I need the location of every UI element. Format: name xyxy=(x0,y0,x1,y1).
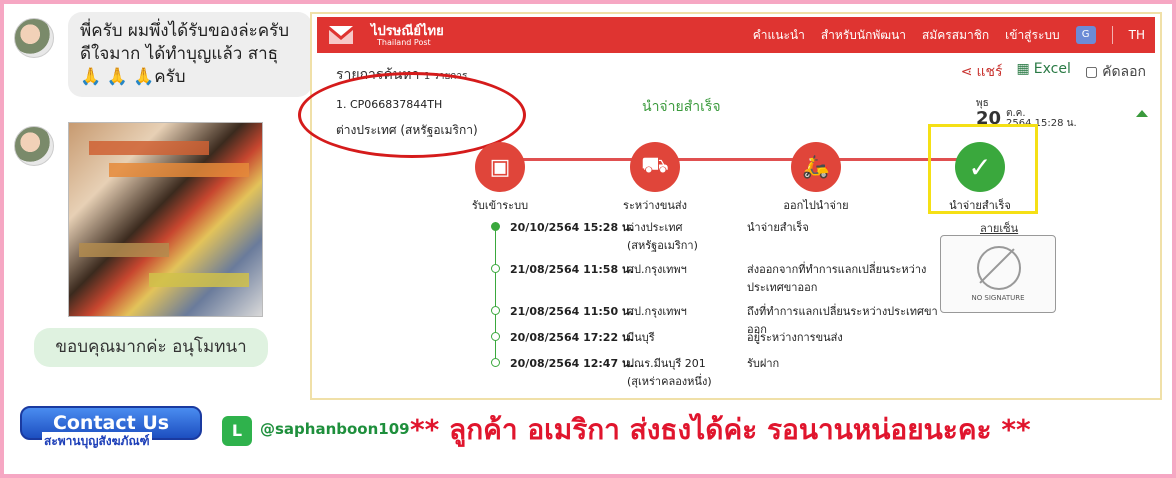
copy-icon: ▢ xyxy=(1084,64,1099,80)
tracking-number[interactable]: 1. CP066837844TH xyxy=(336,98,478,111)
line-id[interactable]: @saphanboon109 xyxy=(260,420,410,438)
nav-divider xyxy=(1111,26,1113,44)
product-photo xyxy=(68,122,263,317)
box-icon: ▣ xyxy=(475,142,525,192)
avatar xyxy=(14,126,54,166)
step-out-for-delivery: 🛵 ออกไปนำจ่าย xyxy=(761,142,871,214)
timeline-line xyxy=(495,222,496,362)
nav-menu: คำแนะนำ สำหรับนักพัฒนา สมัครสมาชิก เข้าส… xyxy=(753,17,1145,53)
logo-text-english: Thailand Post xyxy=(377,38,431,47)
line-app-icon[interactable]: L xyxy=(222,416,252,446)
copy-button[interactable]: ▢ คัดลอก xyxy=(1085,61,1146,83)
collapse-caret-icon[interactable] xyxy=(1136,110,1148,117)
nav-item-developers[interactable]: สำหรับนักพัฒนา xyxy=(821,26,906,45)
progress-line xyxy=(496,158,976,161)
share-icon: ⋖ xyxy=(960,64,973,80)
chat-bubble-incoming: พี่ครับ ผมพึ่งได้รับของล่ะครับ ดีใจมาก ไ… xyxy=(68,12,312,97)
delivered-highlight-box xyxy=(928,124,1038,214)
promo-banner: ** ลูกค้า อเมริกา ส่งธงได้ค่ะ รอนานหน่อย… xyxy=(410,413,1031,446)
no-signature-text: NO SIGNATURE xyxy=(971,294,1025,302)
step-received: ▣ รับเข้าระบบ xyxy=(445,142,555,214)
share-button[interactable]: ⋖ แชร์ xyxy=(961,61,1003,83)
delivery-date: พุธ 20 ต.ค. 2564 15:28 น. xyxy=(976,96,1077,129)
shop-name: สะพานบุญสังฆภัณฑ์ xyxy=(42,432,152,451)
no-signature-icon xyxy=(977,246,1021,290)
chat-bubble-outgoing: ขอบคุณมากค่ะ อนุโมทนา xyxy=(34,328,268,367)
toolbar: ⋖ แชร์ ▦ Excel ▢ คัดลอก xyxy=(961,61,1146,83)
avatar xyxy=(14,18,54,58)
tracking-panel: ไปรษณีย์ไทย Thailand Post คำแนะนำ สำหรับ… xyxy=(298,12,1162,400)
post-logo-icon xyxy=(329,26,353,44)
excel-button[interactable]: ▦ Excel xyxy=(1017,61,1071,83)
step-in-transit: ⛟ ระหว่างขนส่ง xyxy=(600,142,710,214)
destination: ต่างประเทศ (สหรัฐอเมริกา) xyxy=(336,123,478,137)
nav-item-register[interactable]: สมัครสมาชิก xyxy=(922,26,989,45)
top-navbar: ไปรษณีย์ไทย Thailand Post คำแนะนำ สำหรับ… xyxy=(317,17,1155,53)
nav-item-advice[interactable]: คำแนะนำ xyxy=(753,26,805,45)
language-switch[interactable]: TH xyxy=(1129,28,1145,42)
delivery-status: นำจ่ายสำเร็จ xyxy=(642,99,721,115)
scooter-icon: 🛵 xyxy=(791,142,841,192)
signature-box: NO SIGNATURE xyxy=(940,235,1056,313)
truck-icon: ⛟ xyxy=(630,142,680,192)
excel-icon: ▦ xyxy=(1016,61,1030,77)
tracking-info: 1. CP066837844TH ต่างประเทศ (สหรัฐอเมริก… xyxy=(336,98,478,140)
translate-icon[interactable]: G xyxy=(1075,26,1096,44)
nav-item-login[interactable]: เข้าสู่ระบบ xyxy=(1005,26,1060,45)
chat-area: พี่ครับ ผมพึ่งได้รับของล่ะครับ ดีใจมาก ไ… xyxy=(4,4,312,404)
